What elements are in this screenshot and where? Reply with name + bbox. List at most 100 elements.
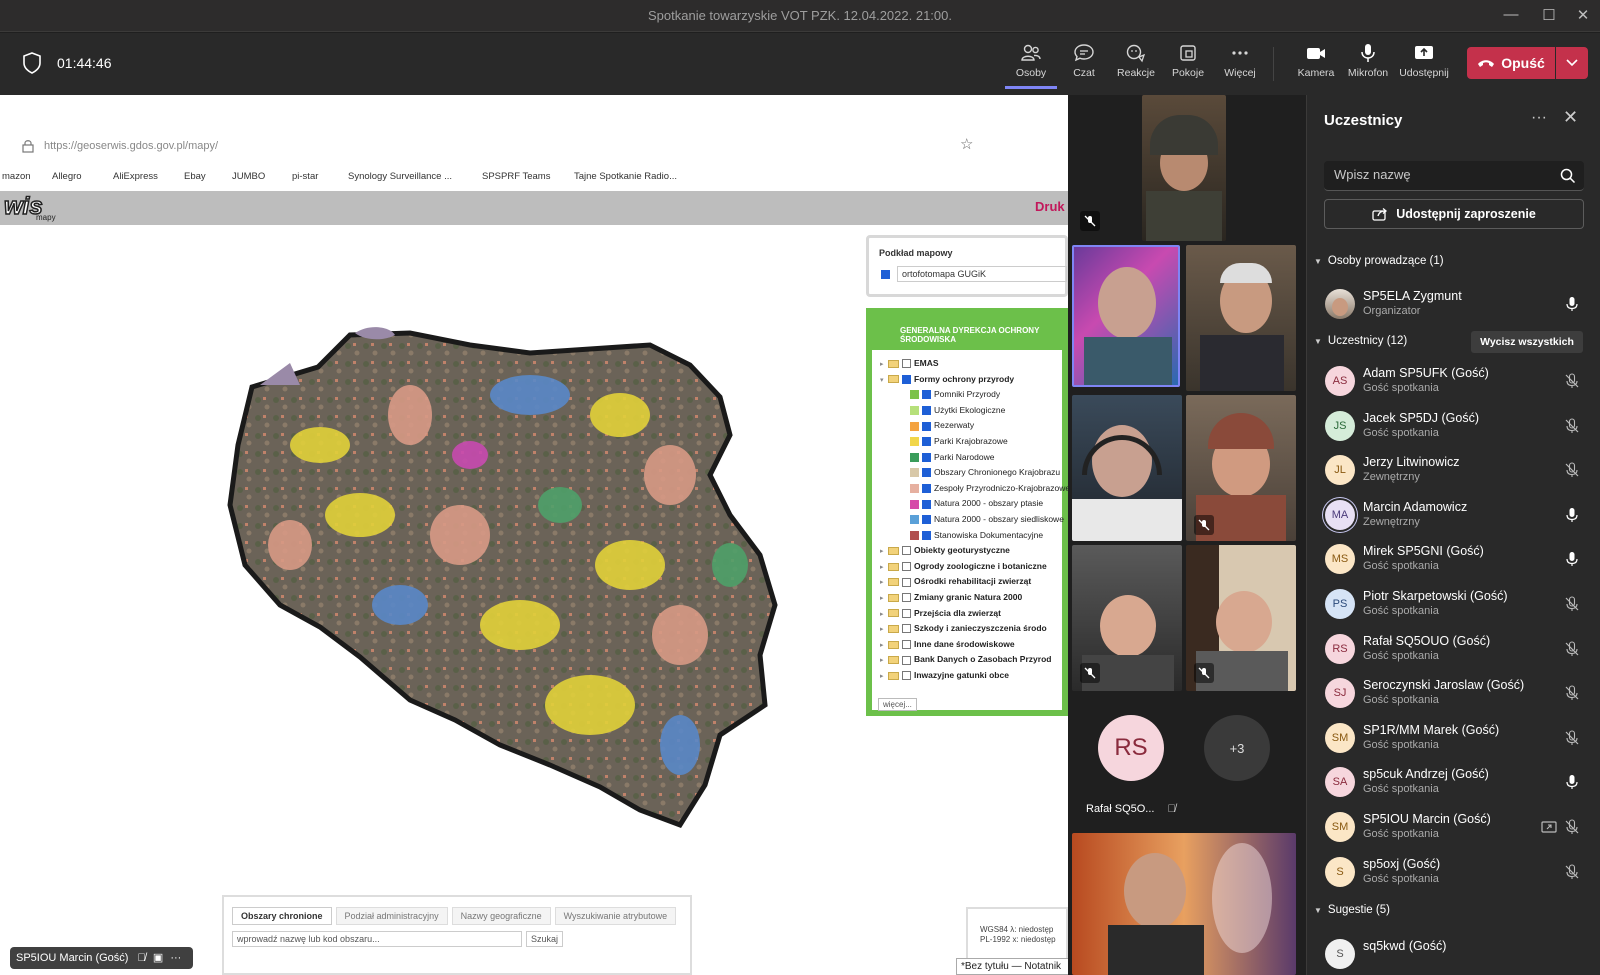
legend-layer-item[interactable]: Zespoły Przyrodniczo-Krajobrazowe bbox=[902, 481, 1068, 495]
base-map-checkbox[interactable] bbox=[881, 270, 890, 279]
legend-layer-item[interactable]: ▸ Bank Danych o Zasobach Przyrod bbox=[880, 652, 1051, 666]
minimize-icon[interactable]: — bbox=[1500, 6, 1522, 26]
layer-checkbox[interactable] bbox=[902, 640, 911, 650]
organizers-section-header[interactable]: ▼ Osoby prowadzące (1) bbox=[1314, 255, 1444, 267]
video-tile[interactable] bbox=[1072, 395, 1182, 541]
share-invite-button[interactable]: Udostępnij zaproszenie bbox=[1324, 199, 1584, 229]
layer-checkbox[interactable] bbox=[922, 390, 931, 400]
participant-row[interactable]: SM SP1R/MM Marek (Gość) Gość spotkania bbox=[1307, 717, 1600, 761]
participant-row[interactable]: SM SP5IOU Marcin (Gość) Gość spotkania bbox=[1307, 806, 1600, 850]
legend-layer-item[interactable]: Pomniki Przyrody bbox=[902, 387, 1000, 401]
layer-checkbox[interactable] bbox=[902, 562, 911, 572]
legend-layer-item[interactable]: ▸ Zmiany granic Natura 2000 bbox=[880, 590, 1022, 604]
layer-checkbox[interactable] bbox=[902, 546, 911, 556]
chat-button[interactable]: Czat bbox=[1058, 41, 1110, 89]
legend-layer-item[interactable]: ▸ EMAS bbox=[880, 356, 939, 370]
legend-layer-item[interactable]: ▸ Inne dane środowiskowe bbox=[880, 637, 1015, 651]
tab-protected-areas[interactable]: Obszary chronione bbox=[232, 907, 332, 925]
legend-layer-item[interactable]: Parki Krajobrazowe bbox=[902, 434, 1008, 448]
participant-row[interactable]: AS Adam SP5UFK (Gość) Gość spotkania bbox=[1307, 360, 1600, 404]
participant-row[interactable]: JL Jerzy Litwinowicz Zewnętrzny bbox=[1307, 449, 1600, 493]
more-options-icon[interactable]: ··· bbox=[1531, 109, 1547, 127]
expand-arrow-icon[interactable]: ▸ bbox=[880, 592, 888, 606]
expand-arrow-icon[interactable]: ▸ bbox=[880, 358, 888, 372]
suggestion-row[interactable]: S sq5kwd (Gość) bbox=[1307, 933, 1600, 975]
search-icon[interactable] bbox=[1560, 168, 1576, 184]
legend-layer-item[interactable]: ▸ Obiekty geoturystyczne bbox=[880, 543, 1010, 557]
expand-arrow-icon[interactable]: ▸ bbox=[880, 576, 888, 590]
close-icon[interactable]: ✕ bbox=[1563, 107, 1578, 128]
participant-row[interactable]: SA sp5cuk Andrzej (Gość) Gość spotkania bbox=[1307, 761, 1600, 805]
layer-checkbox[interactable] bbox=[902, 671, 911, 681]
layer-checkbox[interactable] bbox=[902, 374, 911, 384]
layer-checkbox[interactable] bbox=[922, 530, 931, 540]
legend-layer-item[interactable]: Stanowiska Dokumentacyjne bbox=[902, 528, 1043, 542]
legend-layer-item[interactable]: ▸ Przejścia dla zwierząt bbox=[880, 606, 1001, 620]
layer-checkbox[interactable] bbox=[922, 499, 931, 509]
layer-checkbox[interactable] bbox=[922, 484, 931, 494]
participant-row[interactable]: RS Rafał SQ5OUO (Gość) Gość spotkania bbox=[1307, 628, 1600, 672]
video-tile[interactable] bbox=[1186, 245, 1296, 391]
search-submit-button[interactable]: Szukaj bbox=[526, 931, 564, 947]
layer-checkbox[interactable] bbox=[902, 359, 911, 369]
microphone-button[interactable]: Mikrofon bbox=[1342, 41, 1394, 89]
participant-row[interactable]: PS Piotr Skarpetowski (Gość) Gość spotkani… bbox=[1307, 583, 1600, 627]
layer-checkbox[interactable] bbox=[922, 421, 931, 431]
notepad-taskbar-item[interactable]: *Bez tytułu — Notatnik bbox=[956, 958, 1068, 975]
more-options-icon[interactable]: ··· bbox=[170, 952, 181, 964]
shield-icon[interactable] bbox=[22, 51, 42, 75]
legend-layer-item[interactable]: ▸ Inwazyjne gatunki obce bbox=[880, 668, 1009, 682]
tab-geographic-names[interactable]: Nazwy geograficzne bbox=[451, 907, 551, 925]
legend-layer-item[interactable]: ▾ Formy ochrony przyrody bbox=[880, 372, 1014, 386]
layer-checkbox[interactable] bbox=[922, 452, 931, 462]
maximize-icon[interactable]: ☐ bbox=[1538, 6, 1560, 26]
legend-layer-item[interactable]: Natura 2000 - obszary siedliskowe bbox=[902, 512, 1064, 526]
expand-arrow-icon[interactable]: ▸ bbox=[880, 545, 888, 559]
legend-layer-item[interactable]: Obszary Chronionego Krajobrazu bbox=[902, 465, 1060, 479]
legend-layer-item[interactable]: Użytki Ekologiczne bbox=[902, 403, 1005, 417]
legend-layer-item[interactable]: ▸ Ośrodki rehabilitacji zwierząt bbox=[880, 574, 1031, 588]
layer-checkbox[interactable] bbox=[902, 655, 911, 665]
tab-administrative[interactable]: Podział administracyjny bbox=[335, 907, 448, 925]
leave-options-button[interactable] bbox=[1556, 47, 1588, 79]
participant-row[interactable]: SJ Seroczynski Jaroslaw (Gość) Gość spotka… bbox=[1307, 672, 1600, 716]
people-button[interactable]: Osoby bbox=[1005, 41, 1057, 89]
layer-checkbox[interactable] bbox=[902, 593, 911, 603]
expand-arrow-icon[interactable]: ▸ bbox=[880, 623, 888, 637]
expand-arrow-icon[interactable]: ▾ bbox=[880, 374, 888, 388]
expand-arrow-icon[interactable]: ▸ bbox=[880, 654, 888, 668]
layer-checkbox[interactable] bbox=[902, 624, 911, 634]
participant-row[interactable]: Ssp5oxj (Gość) Gość spotkania bbox=[1307, 851, 1600, 895]
video-tile-active-speaker[interactable] bbox=[1072, 245, 1180, 387]
legend-layer-item[interactable]: ▸ Ogrody zoologiczne i botaniczne bbox=[880, 559, 1047, 573]
base-map-select[interactable]: ortofotomapa GUGiK bbox=[897, 266, 1067, 282]
expand-arrow-icon[interactable]: ▸ bbox=[880, 670, 888, 684]
rooms-button[interactable]: Pokoje bbox=[1162, 41, 1214, 89]
layer-checkbox[interactable] bbox=[922, 437, 931, 447]
expand-arrow-icon[interactable]: ▸ bbox=[880, 561, 888, 575]
close-window-icon[interactable]: ✕ bbox=[1572, 6, 1594, 26]
legend-layer-item[interactable]: Parki Narodowe bbox=[902, 450, 994, 464]
participant-row[interactable]: SP5ELA Zygmunt Organizator bbox=[1307, 283, 1600, 327]
more-participants-button[interactable]: +3 bbox=[1204, 715, 1270, 781]
participant-row[interactable]: JS Jacek SP5DJ (Gość) Gość spotkania bbox=[1307, 405, 1600, 449]
tab-attribute-search[interactable]: Wyszukiwanie atrybutowe bbox=[554, 907, 677, 925]
participant-avatar[interactable]: RS bbox=[1098, 715, 1164, 781]
layer-checkbox[interactable] bbox=[902, 577, 911, 587]
share-button[interactable]: Udostępnij bbox=[1398, 41, 1450, 89]
mute-all-button[interactable]: Wycisz wszystkich bbox=[1471, 331, 1583, 353]
layer-checkbox[interactable] bbox=[922, 406, 931, 416]
legend-layer-item[interactable]: Rezerwaty bbox=[902, 418, 974, 432]
legend-more-link[interactable]: więcej... bbox=[878, 698, 917, 711]
leave-button[interactable]: Opuść bbox=[1467, 47, 1555, 79]
layer-checkbox[interactable] bbox=[922, 515, 931, 525]
area-search-input[interactable]: wprowadź nazwę lub kod obszaru... bbox=[232, 931, 522, 947]
video-tile[interactable] bbox=[1142, 95, 1226, 241]
reactions-button[interactable]: Reakcje bbox=[1110, 41, 1162, 89]
video-tile[interactable] bbox=[1072, 833, 1296, 975]
participant-row[interactable]: MS Mirek SP5GNI (Gość) Gość spotkania bbox=[1307, 538, 1600, 582]
participant-row[interactable]: MA Marcin Adamowicz Zewnętrzny bbox=[1307, 494, 1600, 538]
expand-arrow-icon[interactable]: ▸ bbox=[880, 639, 888, 653]
layer-checkbox[interactable] bbox=[922, 468, 931, 478]
legend-layer-item[interactable]: Natura 2000 - obszary ptasie bbox=[902, 496, 1043, 510]
